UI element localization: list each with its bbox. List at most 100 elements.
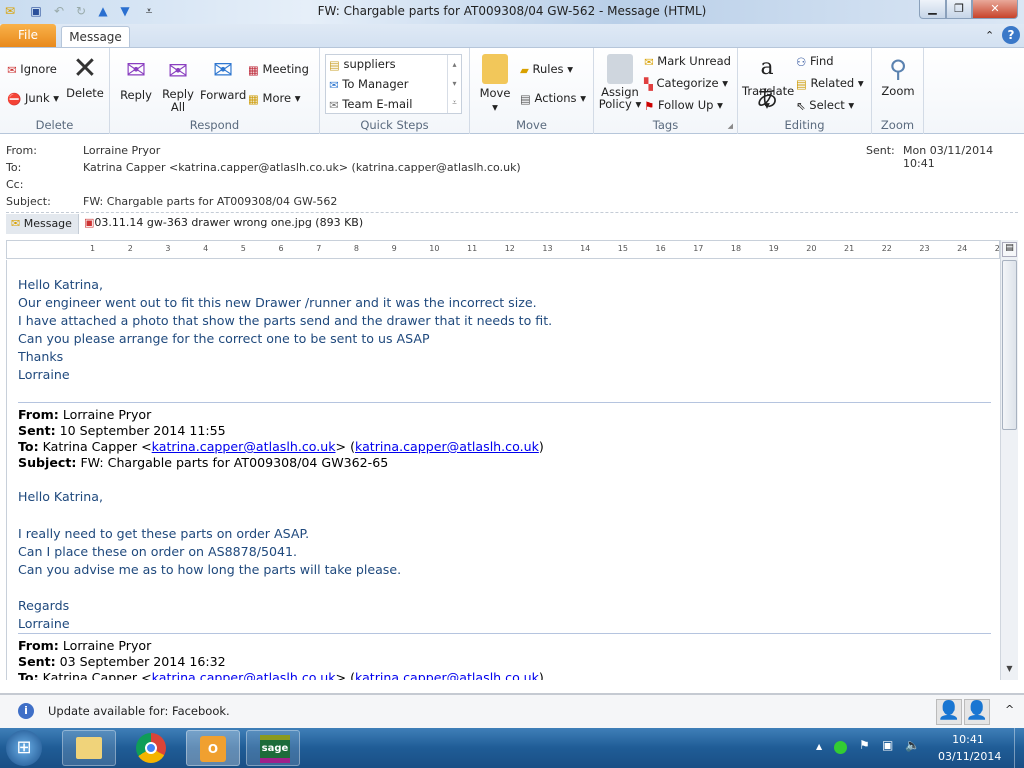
close-button[interactable]: ✕ — [972, 0, 1018, 19]
ruler-toggle-icon[interactable]: ▤ — [1002, 242, 1017, 257]
forward-button[interactable]: ✉ Forward — [200, 56, 246, 102]
body-line: Hello Katrina, — [18, 489, 103, 504]
chrome-icon[interactable] — [136, 733, 166, 763]
rules-button[interactable]: ▰ Rules ▾ — [520, 62, 573, 77]
body-line: I have attached a photo that show the pa… — [18, 313, 553, 328]
assign-policy-icon — [607, 54, 633, 84]
meeting-button[interactable]: ▦ Meeting — [248, 62, 309, 77]
group-delete: ✉ Ignore ⛔ Junk ▾ ✕ Delete Delete — [0, 48, 110, 134]
related-button[interactable]: ▤ Related ▾ — [796, 76, 864, 91]
email-link[interactable]: katrina.capper@atlaslh.co.uk — [152, 439, 336, 454]
ruler-number: 3 — [165, 244, 171, 253]
translate-button[interactable]: aあ Translate ▾ — [742, 52, 794, 112]
categorize-button[interactable]: ▚ Categorize ▾ — [644, 76, 728, 91]
attachment-file[interactable]: ▣03.11.14 gw-363 drawer wrong one.jpg (8… — [84, 216, 363, 229]
action-center-flag-icon[interactable]: ⚑ — [859, 738, 870, 752]
subject-label: Subject: — [6, 195, 51, 208]
flag-icon: ⚑ — [644, 98, 655, 113]
scroll-down-arrow[interactable]: ▼ — [1002, 664, 1017, 678]
tab-message[interactable]: Message — [61, 26, 130, 48]
email-link[interactable]: katrina.capper@atlaslh.co.uk — [152, 670, 336, 680]
to-value[interactable]: Katrina Capper <katrina.capper@atlaslh.c… — [83, 161, 521, 174]
expand-pane-icon[interactable]: ^ — [1005, 703, 1014, 716]
reply-button[interactable]: ✉ Reply — [116, 56, 156, 102]
minimize-ribbon-icon[interactable]: ⌃ — [985, 29, 994, 42]
show-hidden-icons[interactable]: ▲ — [816, 742, 822, 751]
sage-icon: sage — [260, 735, 290, 763]
move-button[interactable]: Move ▾ — [476, 54, 514, 114]
volume-icon[interactable]: 🔈 — [905, 738, 920, 752]
person-icon[interactable]: 👤 — [964, 699, 990, 725]
clock-time[interactable]: 10:41 — [938, 733, 998, 746]
rules-icon: ▰ — [520, 62, 529, 77]
body-line: Can I place these on order on AS8878/504… — [18, 544, 297, 559]
ruler-number: 21 — [844, 244, 855, 253]
restore-button[interactable]: ❐ — [946, 0, 972, 19]
group-label: Move — [516, 118, 547, 132]
quoted-to: To: Katrina Capper <katrina.capper@atlas… — [18, 439, 544, 454]
minimize-button[interactable]: ▁ — [919, 0, 946, 19]
quoted-from: From: Lorraine Pryor — [18, 638, 152, 653]
quick-step-team-email[interactable]: ✉ Team E-mail — [329, 97, 412, 112]
ruler-number: 23 — [919, 244, 930, 253]
taskbar-sage[interactable]: sage — [246, 730, 300, 766]
message-attachment-tab[interactable]: ✉ Message — [6, 214, 79, 234]
more-icon: ▦ — [248, 91, 259, 106]
ruler-number: 8 — [353, 244, 359, 253]
mark-unread-button[interactable]: ✉ Mark Unread — [644, 54, 731, 69]
reply-icon: ✉ — [125, 56, 147, 84]
follow-up-button[interactable]: ⚑ Follow Up ▾ — [644, 98, 723, 113]
actions-button[interactable]: ▤ Actions ▾ — [520, 91, 586, 106]
ruler-number: 12 — [504, 244, 515, 253]
reply-all-button[interactable]: ✉ Reply All — [158, 56, 198, 114]
select-button[interactable]: ⇖ Select ▾ — [796, 98, 854, 113]
body-line: Hello Katrina, — [18, 277, 103, 292]
ruler-number: 5 — [240, 244, 246, 253]
clock-date[interactable]: 03/11/2014 — [938, 750, 1001, 763]
tab-file[interactable]: File — [0, 24, 56, 47]
group-editing: aあ Translate ▾ ⚇ Find ▤ Related ▾ ⇖ Select… — [738, 48, 872, 134]
info-icon: i — [18, 703, 34, 719]
status-green-icon[interactable] — [834, 741, 847, 754]
taskbar-explorer[interactable] — [62, 730, 116, 766]
folder-icon: ▤ — [329, 57, 340, 72]
ignore-button[interactable]: ✉ Ignore — [7, 62, 57, 77]
email-link[interactable]: katrina.capper@atlaslh.co.uk — [355, 670, 539, 680]
help-icon[interactable]: ? — [1002, 26, 1020, 44]
show-desktop-button[interactable] — [1014, 728, 1024, 768]
scrollbar-thumb[interactable] — [1002, 260, 1017, 430]
group-respond: ✉ Reply ✉ Reply All ✉ Forward ▦ Meeting ▦ Mo… — [110, 48, 320, 134]
notification-text[interactable]: Update available for: Facebook. — [48, 704, 230, 718]
dialog-launcher-icon[interactable]: ◢ — [728, 122, 733, 130]
vertical-scrollbar[interactable]: ▤ ▼ — [1000, 240, 1018, 680]
categorize-icon: ▚ — [644, 76, 653, 91]
body-line: Regards — [18, 598, 70, 613]
start-button[interactable]: ⊞ — [6, 730, 42, 766]
network-icon[interactable]: ▣ — [882, 738, 893, 752]
ignore-icon: ✉ — [7, 62, 17, 77]
taskbar-outlook[interactable]: O — [186, 730, 240, 766]
group-label: Tags — [652, 118, 679, 132]
from-value[interactable]: Lorraine Pryor — [83, 144, 160, 157]
email-link[interactable]: katrina.capper@atlaslh.co.uk — [355, 439, 539, 454]
quoted-to: To: Katrina Capper <katrina.capper@atlas… — [18, 670, 544, 680]
zoom-button[interactable]: ⚲ Zoom — [876, 52, 920, 98]
ruler: 1 2 3 4 5 6 7 8 9 10 11 12 13 14 15 16 17 18 19 20 21 22 23 24 2… — [6, 240, 1000, 259]
ruler-number: 16 — [655, 244, 666, 253]
assign-policy-button[interactable]: Assign Policy ▾ — [598, 54, 642, 110]
sent-value: Mon 03/11/2014 10:41 — [903, 144, 994, 170]
find-button[interactable]: ⚇ Find — [796, 54, 834, 69]
more-button[interactable]: ▦ More ▾ — [248, 91, 300, 106]
quick-step-suppliers[interactable]: ▤ suppliers — [329, 57, 396, 72]
delete-button[interactable]: ✕ Delete — [66, 54, 104, 101]
ruler-number: 11 — [467, 244, 478, 253]
body-line: Can you advise me as to how long the par… — [18, 562, 402, 577]
translate-icon: aあ — [755, 55, 778, 112]
actions-icon: ▤ — [520, 91, 531, 106]
quick-step-to-manager[interactable]: ✉ To Manager — [329, 77, 408, 92]
quick-steps-scroll[interactable]: ▴ ▾ ⩡ — [447, 55, 461, 113]
junk-button[interactable]: ⛔ Junk ▾ — [7, 91, 59, 106]
binoculars-icon: ⚇ — [796, 54, 807, 69]
message-body: Hello Katrina, Our engineer went out to … — [6, 260, 1000, 680]
person-icon[interactable]: 👤 — [936, 699, 962, 725]
